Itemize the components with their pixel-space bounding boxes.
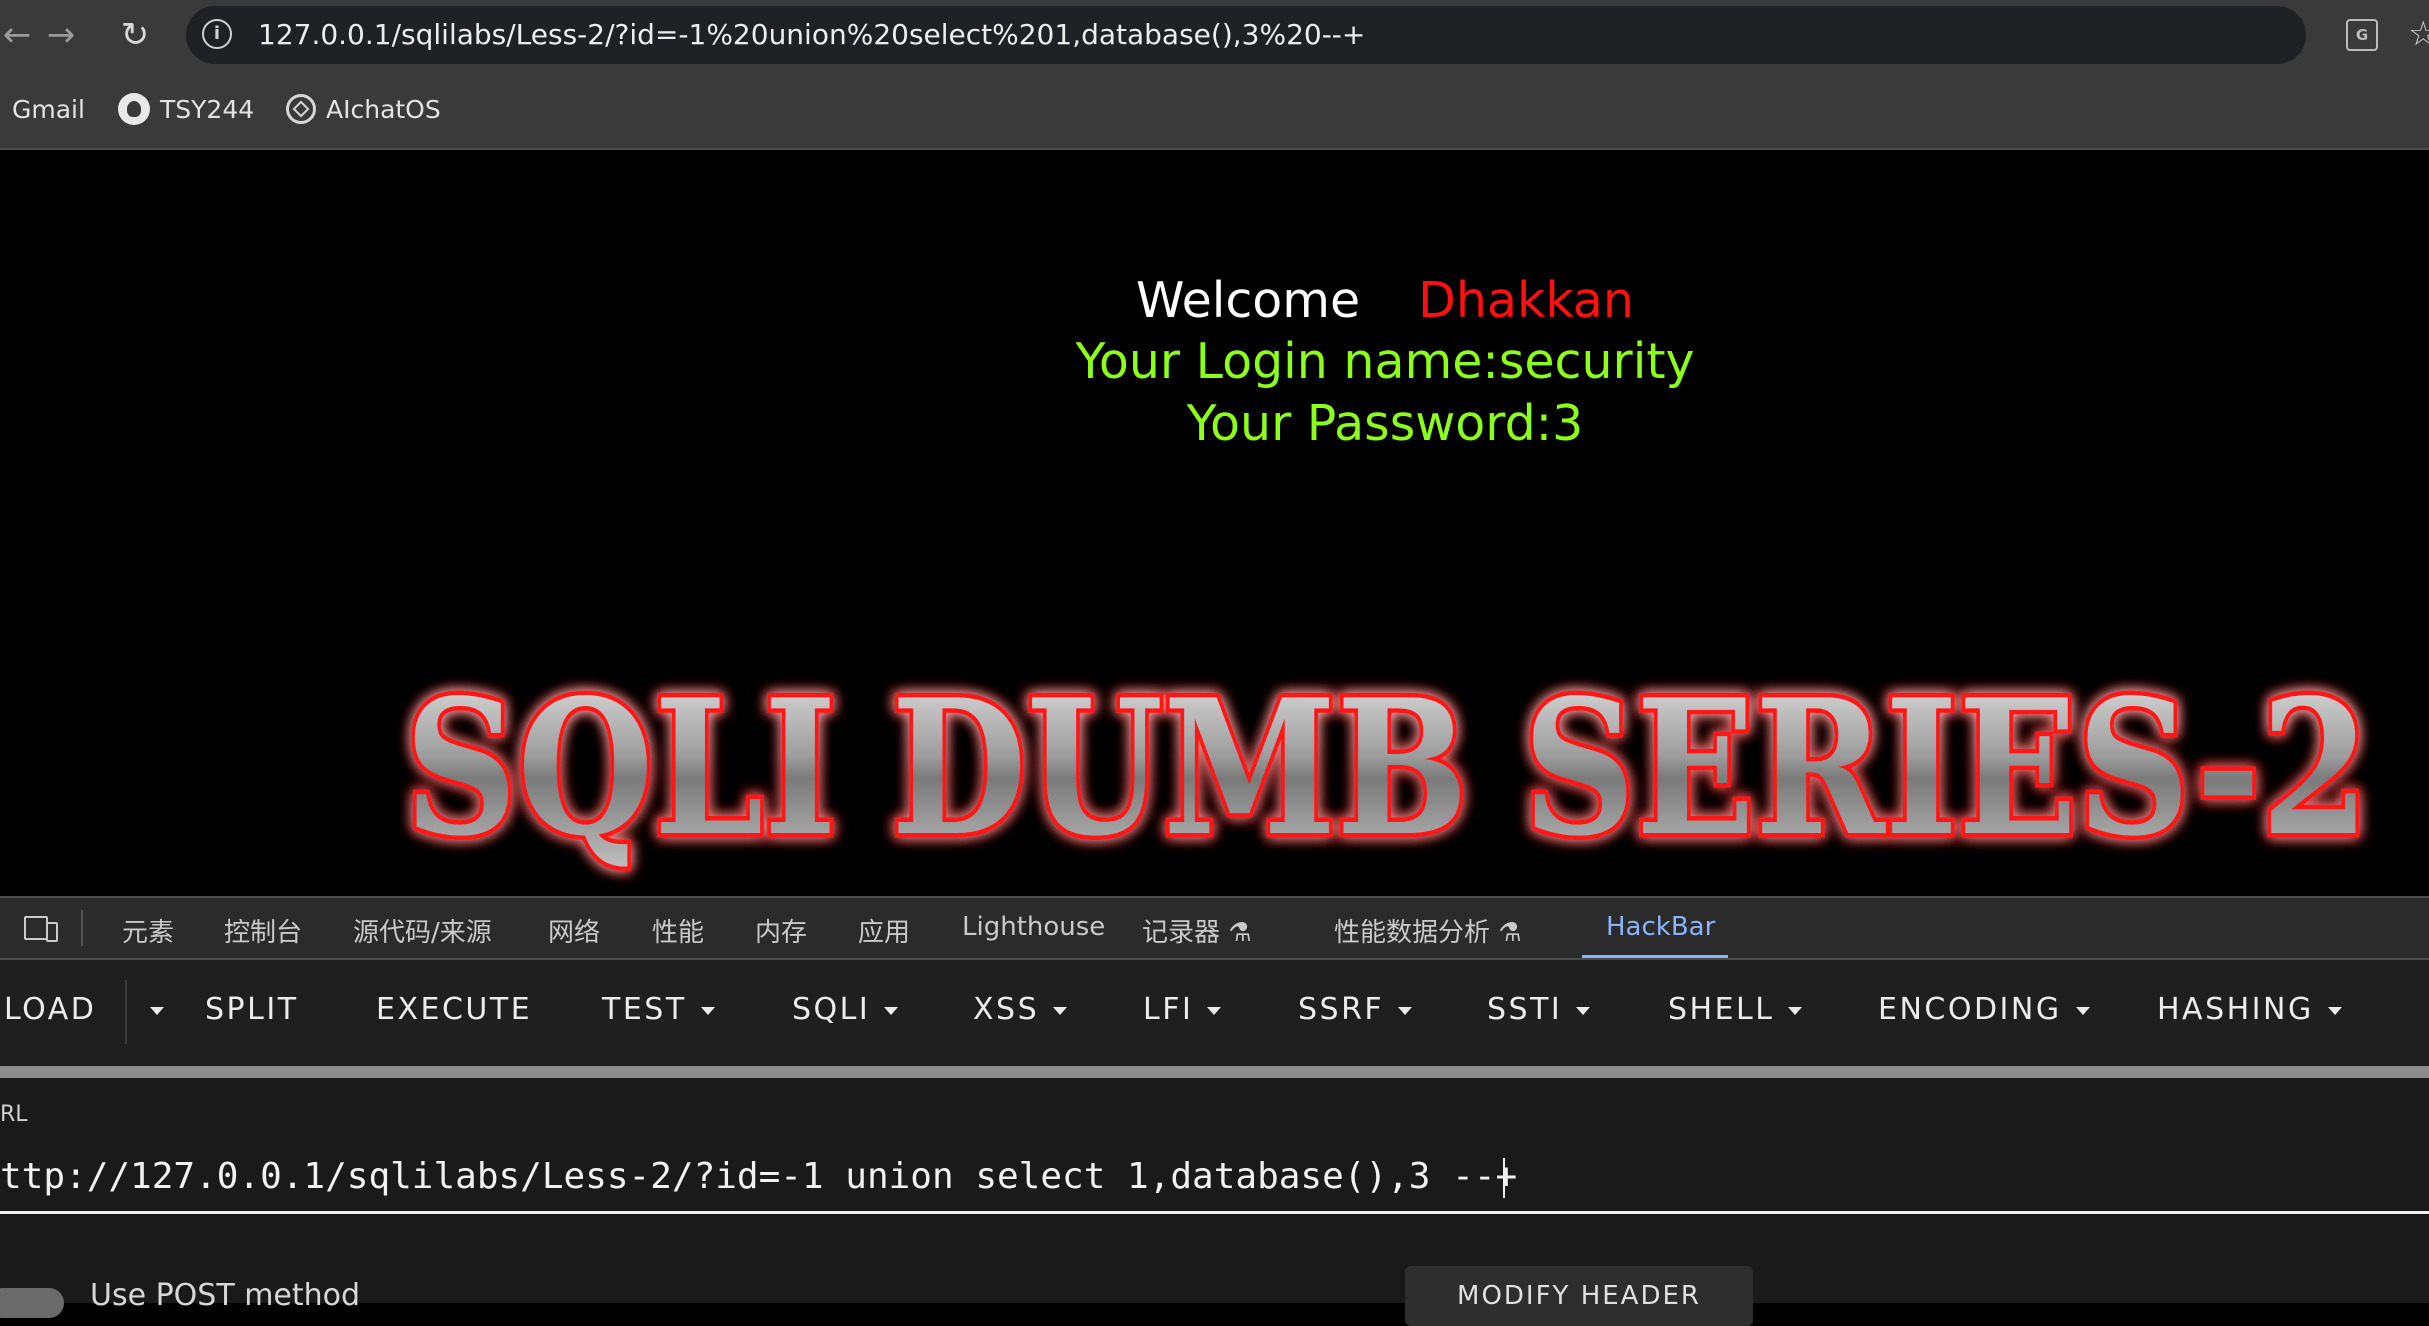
modify-header-button[interactable]: MODIFY HEADER (1405, 1266, 1753, 1326)
forward-icon[interactable]: → (36, 10, 86, 60)
chevron-down-icon (2075, 1006, 2090, 1015)
menu-label: LFI (1143, 992, 1194, 1027)
address-text[interactable]: 127.0.0.1/sqlilabs/Less-2/?id=-1%20union… (258, 18, 1365, 51)
flask-icon: ⚗ (1498, 918, 1522, 948)
sqli-menu[interactable]: SQLI (792, 992, 899, 1027)
bookmark-aichatos[interactable]: AIchatOS (286, 92, 441, 126)
menu-label: XSS (973, 992, 1040, 1027)
tab-performance-insights[interactable]: 性能数据分析 ⚗ (1334, 912, 1522, 949)
chevron-down-icon (2327, 1006, 2342, 1015)
encoding-menu[interactable]: ENCODING (1878, 992, 2090, 1027)
tab-application[interactable]: 应用 (858, 912, 910, 949)
tab-recorder[interactable]: 记录器 ⚗ (1142, 912, 1252, 949)
tab-memory[interactable]: 内存 (755, 912, 807, 949)
device-toolbar-icon[interactable] (24, 916, 60, 942)
menu-label: SHELL (1668, 992, 1775, 1027)
chevron-down-icon (1053, 1006, 1068, 1015)
divider (125, 980, 127, 1044)
hackbar-separator (0, 1066, 2429, 1078)
menu-label: ENCODING (1878, 992, 2062, 1027)
lfi-menu[interactable]: LFI (1143, 992, 1222, 1027)
bookmark-star-icon[interactable]: ☆ (2408, 14, 2429, 54)
bookmark-label: Gmail (12, 94, 85, 124)
hackbar-body: RL ttp://127.0.0.1/sqlilabs/Less-2/?id=-… (0, 1078, 2429, 1326)
bookmark-label: AIchatOS (326, 94, 441, 124)
hackbar-toolbar: LOAD SPLIT EXECUTE TEST SQLI XSS LFI SSR… (0, 960, 2429, 1066)
tab-hackbar[interactable]: HackBar (1606, 912, 1715, 942)
bookmarks-bar: Gmail TSY244 AIchatOS (0, 70, 2429, 150)
github-icon (118, 93, 150, 125)
split-button[interactable]: SPLIT (205, 992, 299, 1027)
active-tab-indicator (1582, 955, 1728, 958)
tab-elements[interactable]: 元素 (122, 912, 174, 949)
devtools-tab-bar: 元素 控制台 源代码/来源 网络 性能 内存 应用 Lighthouse 记录器… (0, 896, 2429, 960)
bookmark-tsy244[interactable]: TSY244 (118, 92, 254, 126)
menu-label: SQLI (792, 992, 871, 1027)
tab-sources[interactable]: 源代码/来源 (353, 912, 492, 949)
chevron-down-icon (150, 1006, 164, 1015)
chevron-down-icon (1576, 1006, 1591, 1015)
url-input-value: ttp://127.0.0.1/sqlilabs/Less-2/?id=-1 u… (0, 1156, 1518, 1197)
openai-icon (286, 94, 316, 124)
user-name: Dhakkan (1418, 272, 1634, 329)
divider (81, 910, 83, 946)
hashing-menu[interactable]: HASHING (2157, 992, 2342, 1027)
password-text: Your Password:3 (1186, 395, 1584, 452)
chevron-down-icon (1207, 1006, 1222, 1015)
banner-text: SQLI DUMB SERIES-2 (405, 658, 2370, 877)
chevron-down-icon (884, 1006, 899, 1015)
chevron-down-icon (700, 1006, 715, 1015)
flask-icon: ⚗ (1228, 918, 1252, 948)
ssti-menu[interactable]: SSTI (1487, 992, 1591, 1027)
tab-lighthouse[interactable]: Lighthouse (962, 912, 1105, 942)
tab-label: 记录器 (1142, 918, 1221, 948)
tab-console[interactable]: 控制台 (224, 912, 302, 949)
test-menu[interactable]: TEST (602, 992, 715, 1027)
welcome-text: Welcome (1136, 272, 1361, 329)
tab-performance[interactable]: 性能 (652, 912, 704, 949)
address-bar[interactable]: i 127.0.0.1/sqlilabs/Less-2/?id=-1%20uni… (186, 6, 2306, 64)
login-name-text: Your Login name:security (1075, 333, 1695, 390)
shell-menu[interactable]: SHELL (1668, 992, 1803, 1027)
site-info-icon[interactable]: i (202, 19, 232, 49)
chevron-down-icon (1398, 1006, 1413, 1015)
menu-label: SSTI (1487, 992, 1563, 1027)
browser-toolbar: ← → ↻ i 127.0.0.1/sqlilabs/Less-2/?id=-1… (0, 0, 2429, 70)
sqli-dumb-series-banner: SQLI DUMB SERIES-2 (400, 654, 2374, 882)
ssrf-menu[interactable]: SSRF (1298, 992, 1413, 1027)
load-button[interactable]: LOAD (4, 992, 96, 1027)
welcome-line: Welcome Dhakkan (0, 272, 2429, 329)
bookmark-gmail[interactable]: Gmail (12, 92, 85, 126)
tab-network[interactable]: 网络 (548, 912, 600, 949)
post-method-toggle[interactable] (0, 1288, 64, 1318)
load-options-dropdown[interactable] (136, 992, 164, 1027)
post-method-label: Use POST method (90, 1278, 361, 1313)
url-input[interactable]: ttp://127.0.0.1/sqlilabs/Less-2/?id=-1 u… (0, 1140, 2429, 1214)
execute-button[interactable]: EXECUTE (376, 992, 532, 1027)
url-label: RL (0, 1102, 28, 1127)
bookmark-label: TSY244 (160, 94, 255, 124)
menu-label: TEST (602, 992, 687, 1027)
menu-label: HASHING (2157, 992, 2314, 1027)
menu-label: SSRF (1298, 992, 1385, 1027)
tab-label: 性能数据分析 (1334, 918, 1491, 948)
reload-icon[interactable]: ↻ (110, 10, 160, 60)
xss-menu[interactable]: XSS (973, 992, 1068, 1027)
chevron-down-icon (1788, 1006, 1803, 1015)
translate-icon[interactable]: G (2346, 19, 2378, 51)
page-content: Welcome Dhakkan Your Login name:security … (0, 150, 2429, 896)
text-cursor (1503, 1158, 1506, 1198)
